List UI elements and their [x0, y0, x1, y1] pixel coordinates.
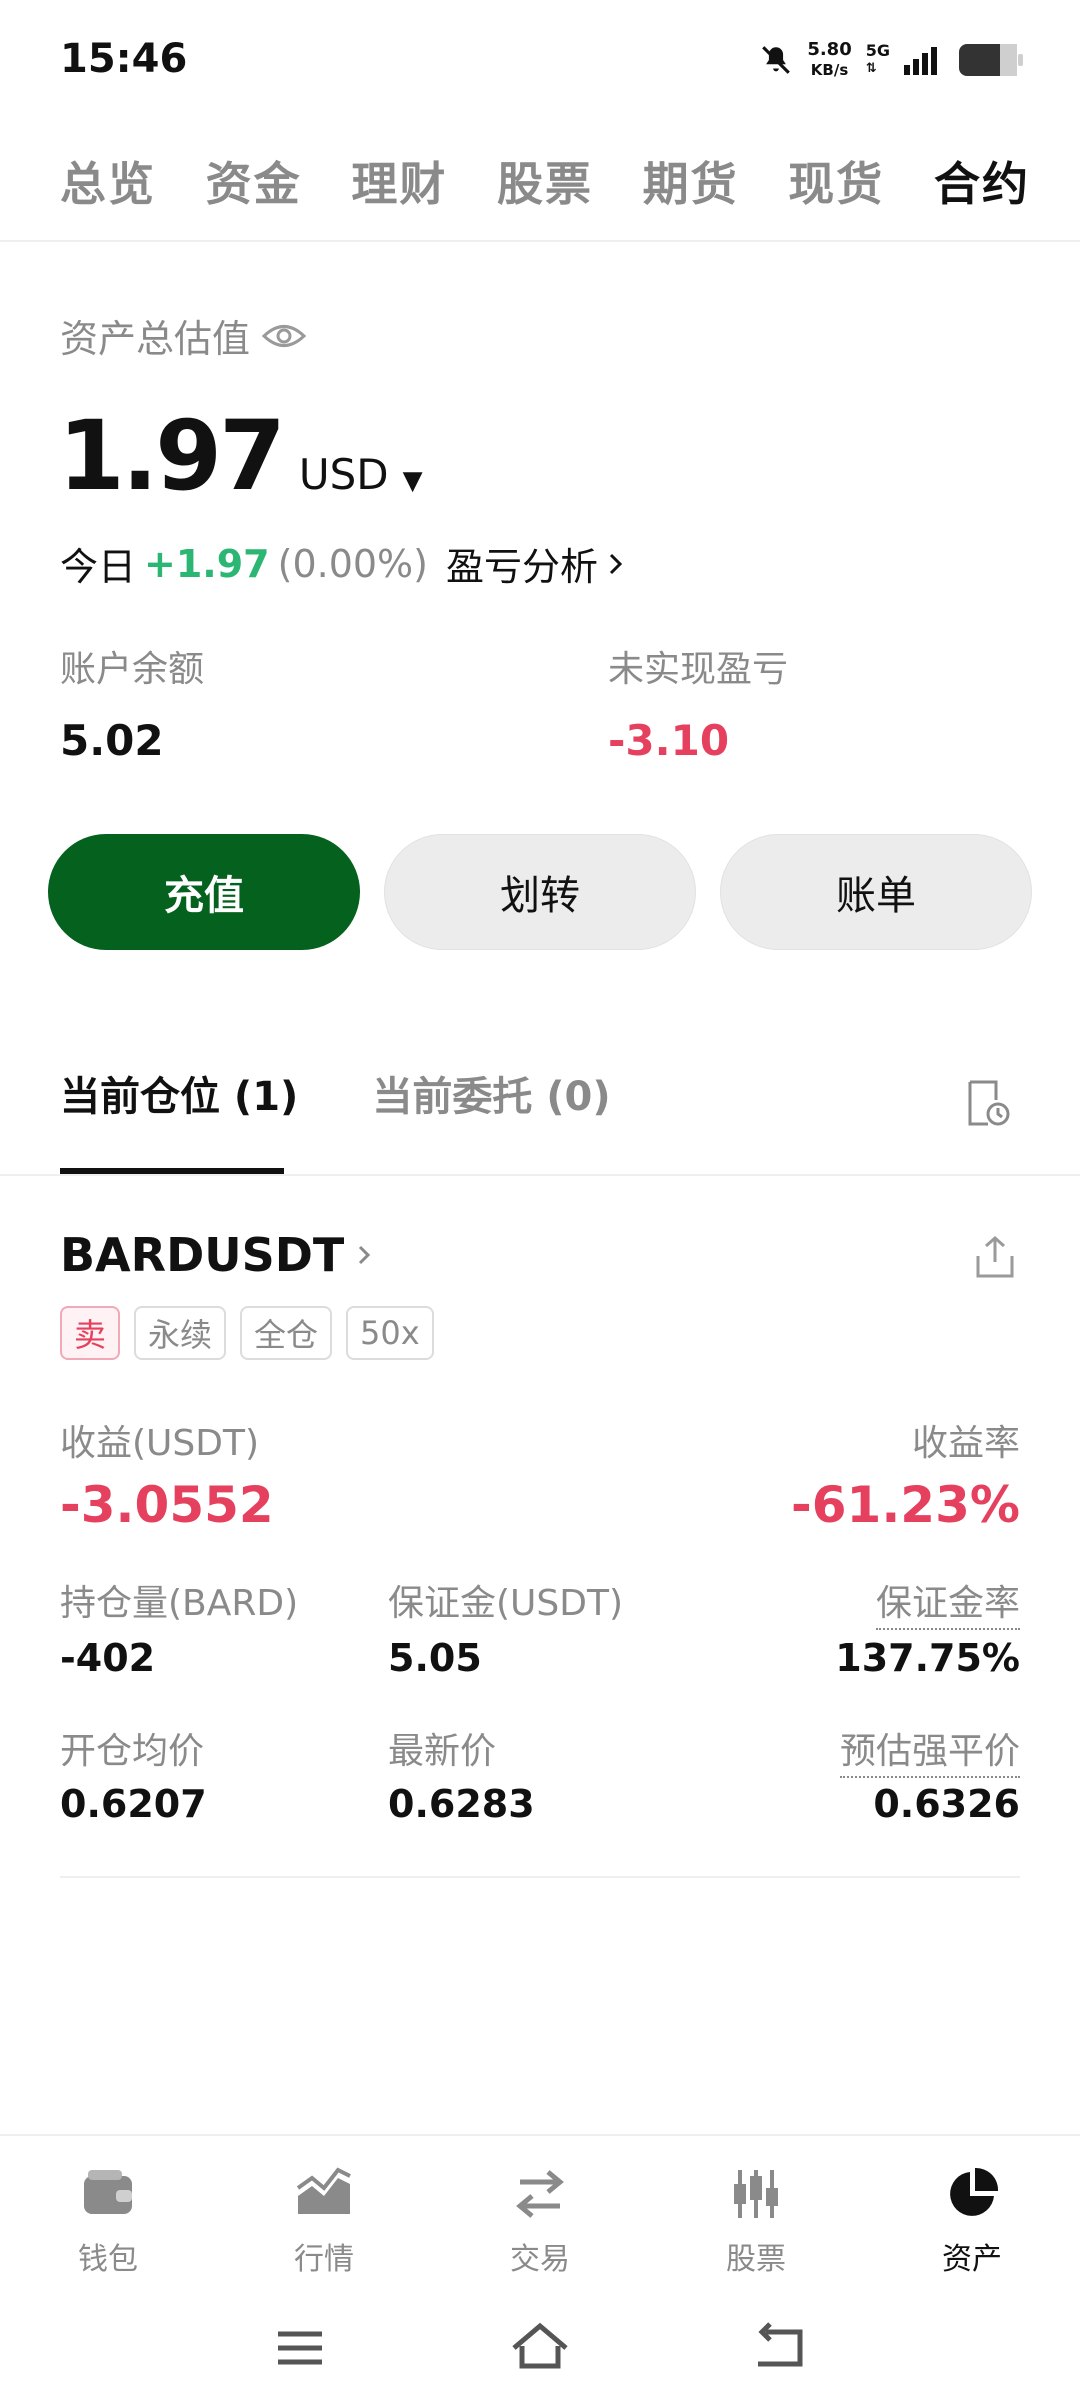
bill-button[interactable]: 账单 — [720, 834, 1032, 950]
position-symbol: BARDUSDT — [60, 1228, 345, 1282]
network-label: 5G — [865, 41, 890, 60]
mute-bell-icon — [762, 46, 791, 74]
share-icon[interactable] — [972, 1234, 1018, 1280]
nav-wallet[interactable]: 钱包 — [28, 2166, 188, 2278]
position-tabs: 当前仓位 (1) 当前委托 (0) — [60, 1064, 611, 1122]
nav-trade-label: 交易 — [510, 2242, 570, 2277]
today-change: +1.97 — [144, 541, 270, 586]
size-value: -402 — [60, 1636, 156, 1680]
market-icon — [296, 2167, 351, 2214]
tab-current-positions[interactable]: 当前仓位 (1) — [60, 1064, 298, 1122]
account-balance-value: 5.02 — [60, 716, 164, 765]
nav-wallet-label: 钱包 — [78, 2242, 138, 2277]
account-balance: 账户余额 5.02 — [60, 640, 204, 765]
status-indicators: 5.80 KB/s 5G ⇅ — [759, 40, 1024, 80]
perpetual-tag: 永续 — [134, 1306, 227, 1360]
side-tag: 卖 — [60, 1306, 121, 1360]
chevron-right-icon — [359, 1245, 371, 1265]
tab-spot[interactable]: 现货 — [788, 148, 884, 214]
nav-assets[interactable]: 资产 — [892, 2166, 1052, 2278]
tab-overview[interactable]: 总览 — [60, 148, 156, 214]
currency-selector[interactable]: USD — [299, 450, 389, 499]
nav-trade[interactable]: 交易 — [460, 2166, 620, 2278]
pnl-value: -3.0552 — [60, 1476, 274, 1534]
wallet-icon — [84, 2170, 132, 2214]
entry-price-label: 开仓均价 — [60, 1731, 205, 1772]
tab-earn[interactable]: 理财 — [351, 148, 447, 214]
nav-market[interactable]: 行情 — [244, 2166, 404, 2278]
position-tags: 卖 永续 全仓 50x — [60, 1306, 434, 1360]
home-icon[interactable] — [510, 2318, 570, 2378]
status-bar: 15:46 5.80 KB/s 5G ⇅ — [0, 0, 1080, 120]
tab-contracts[interactable]: 合约 — [934, 148, 1030, 214]
tab-current-orders[interactable]: 当前委托 (0) — [372, 1064, 610, 1122]
history-icon[interactable] — [964, 1078, 1012, 1128]
nav-stocks-label: 股票 — [726, 2242, 786, 2277]
today-percent: (0.00%) — [277, 541, 428, 586]
margin-ratio-label[interactable]: 保证金率 — [875, 1574, 1020, 1630]
status-time: 15:46 — [60, 36, 188, 82]
menu-icon[interactable] — [270, 2318, 330, 2378]
tab-funds[interactable]: 资金 — [206, 148, 302, 214]
tab-futures[interactable]: 期货 — [643, 148, 739, 214]
nav-assets-label: 资产 — [942, 2242, 1002, 2277]
bottom-nav: 钱包 行情 交易 股票 资产 — [0, 2134, 1080, 2284]
unrealized-pnl: 未实现盈亏 -3.10 — [608, 640, 788, 765]
asset-total-value: 1.97 — [58, 400, 286, 512]
account-balance-label: 账户余额 — [60, 649, 205, 690]
pnl-analysis-link[interactable]: 盈亏分析 — [446, 536, 598, 591]
asset-total-label-row: 资产总估值 — [60, 308, 307, 363]
network-speed: 5.80 KB/s — [807, 40, 851, 80]
liquidation-price-value: 0.6326 — [873, 1782, 1020, 1826]
margin-ratio-value: 137.75% — [835, 1636, 1020, 1680]
network-type: 5G ⇅ — [865, 41, 890, 77]
nav-stocks[interactable]: 股票 — [676, 2166, 836, 2278]
unrealized-pnl-label: 未实现盈亏 — [608, 649, 789, 690]
margin-value: 5.05 — [388, 1636, 482, 1680]
assets-pie-icon — [950, 2167, 999, 2216]
asset-total-value-row: 1.97 USD ▼ — [58, 400, 423, 512]
position-tabs-divider — [0, 1174, 1080, 1176]
position-symbol-link[interactable]: BARDUSDT — [60, 1228, 374, 1282]
back-icon[interactable] — [750, 2318, 810, 2378]
speed-value: 5.80 — [807, 39, 852, 60]
margin-label: 保证金(USDT) — [388, 1583, 624, 1624]
card-divider — [60, 1876, 1020, 1878]
last-price-label: 最新价 — [388, 1731, 497, 1772]
last-price-value: 0.6283 — [388, 1782, 535, 1826]
system-nav-bar — [0, 2304, 1080, 2394]
transfer-button[interactable]: 划转 — [384, 834, 696, 950]
tab-stocks[interactable]: 股票 — [497, 148, 593, 214]
cross-margin-tag: 全仓 — [240, 1306, 333, 1360]
roi-label: 收益率 — [911, 1423, 1020, 1464]
leverage-tag: 50x — [346, 1306, 434, 1360]
stocks-icon — [734, 2170, 778, 2218]
top-divider — [0, 240, 1080, 242]
deposit-button[interactable]: 充值 — [48, 834, 360, 950]
speed-unit: KB/s — [810, 61, 849, 79]
pnl-label: 收益(USDT) — [60, 1423, 260, 1464]
eye-icon[interactable] — [262, 321, 307, 351]
battery-icon — [959, 44, 1023, 76]
nav-market-label: 行情 — [294, 2242, 354, 2277]
trade-icon — [516, 2170, 564, 2218]
caret-down-icon[interactable]: ▼ — [403, 466, 423, 496]
signal-icon — [904, 47, 937, 75]
entry-price-value: 0.6207 — [60, 1782, 207, 1826]
roi-value: -61.23% — [790, 1476, 1020, 1534]
liquidation-price-label[interactable]: 预估强平价 — [839, 1722, 1020, 1778]
top-tab-bar: 总览 资金 理财 股票 期货 现货 合约 — [60, 146, 1030, 216]
asset-total-label: 资产总估值 — [60, 317, 251, 361]
unrealized-pnl-value: -3.10 — [608, 716, 730, 765]
chevron-right-icon[interactable] — [606, 549, 626, 579]
today-pnl-row: 今日 +1.97 (0.00%) 盈亏分析 — [60, 536, 626, 591]
today-label: 今日 — [60, 545, 137, 589]
size-label: 持仓量(BARD) — [60, 1583, 299, 1624]
